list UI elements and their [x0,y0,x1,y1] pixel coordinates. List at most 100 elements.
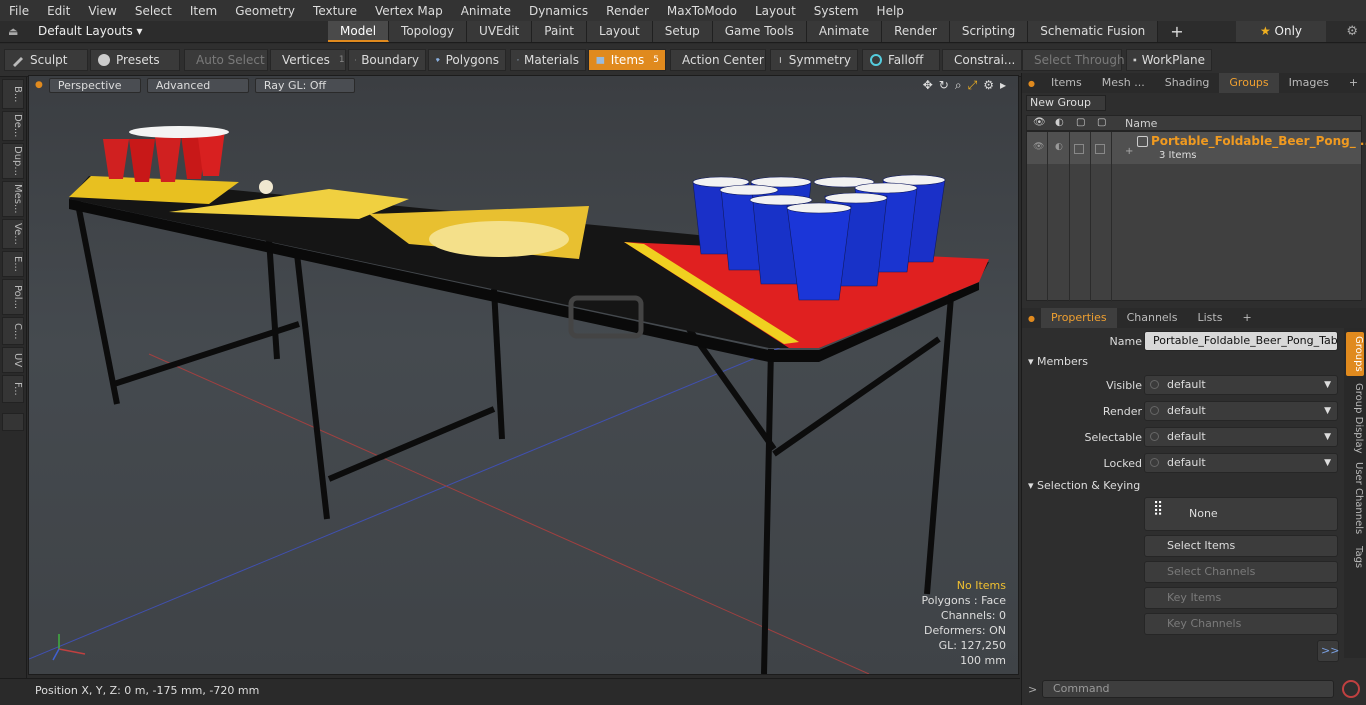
locked-dropdown[interactable]: default ▼ [1144,453,1338,473]
left-tab-toggle[interactable] [2,413,24,431]
only-toggle[interactable]: ★ Only [1236,21,1326,42]
more-button[interactable]: >> [1317,640,1339,662]
side-tab-user-channels[interactable]: User Channels [1346,460,1364,536]
menu-maxtomodo[interactable]: MaxToModo [658,4,746,18]
viewport-expand-icon[interactable]: ▸ [1000,78,1006,93]
visibility-column-icon[interactable]: 👁 [1033,117,1046,128]
tab-game-tools[interactable]: Game Tools [712,21,807,42]
tab-items[interactable]: Items [1041,73,1092,93]
name-column-header[interactable]: Name [1125,117,1157,130]
viewport-settings-icon[interactable]: ⚙ [983,78,994,93]
tab-uvedit[interactable]: UVEdit [467,21,533,42]
left-tab-edge[interactable]: E... [2,251,24,277]
left-tab-deform[interactable]: De... [2,111,24,141]
raygl-dropdown[interactable]: Ray GL: Off [254,77,355,93]
menu-vertex-map[interactable]: Vertex Map [366,4,452,18]
menu-render[interactable]: Render [597,4,658,18]
group-select-checkbox[interactable] [1074,144,1084,154]
visible-reset-icon[interactable] [1150,380,1159,389]
group-lock-checkbox[interactable] [1095,144,1105,154]
viewport-menu-icon[interactable]: ● [35,80,43,90]
selection-keying-section[interactable]: ▾ Selection & Keying [1028,479,1140,492]
tab-properties[interactable]: Properties [1040,308,1117,328]
perspective-dropdown[interactable]: Perspective [48,77,141,93]
sculpt-button[interactable]: Sculpt [4,49,88,71]
panel-menu-icon[interactable]: ● [1022,79,1041,88]
group-render-icon[interactable]: ◐ [1055,142,1063,152]
rotate-view-icon[interactable]: ↻ [939,78,949,93]
record-icon[interactable] [1342,680,1360,698]
left-tab-vertex[interactable]: Ve... [2,219,24,249]
tab-images[interactable]: Images [1279,73,1339,93]
add-panel-tab-icon[interactable]: + [1339,73,1366,93]
menu-dynamics[interactable]: Dynamics [520,4,597,18]
vertices-button[interactable]: Vertices 1 [270,49,346,71]
tab-model[interactable]: Model [328,21,390,42]
menu-animate[interactable]: Animate [452,4,520,18]
presets-button[interactable]: Presets [90,49,180,71]
lock-column-icon[interactable]: ▢ [1097,117,1106,128]
tab-animate[interactable]: Animate [806,21,883,42]
left-tab-basic[interactable]: B... [2,79,24,109]
left-tab-curve[interactable]: C... [2,317,24,345]
render-column-icon[interactable]: ◐ [1055,117,1064,128]
menu-texture[interactable]: Texture [304,4,366,18]
left-tab-duplicate[interactable]: Dup... [2,143,24,179]
materials-button[interactable]: Materials [510,49,586,71]
polygons-button[interactable]: Polygons [428,49,506,71]
tab-schematic-fusion[interactable]: Schematic Fusion [1028,21,1159,42]
left-tab-fusion[interactable]: F... [2,375,24,403]
menu-view[interactable]: View [79,4,125,18]
action-center-button[interactable]: Action Center [670,49,766,71]
menu-geometry[interactable]: Geometry [226,4,304,18]
tab-paint[interactable]: Paint [532,21,587,42]
select-items-button[interactable]: Select Items [1144,535,1338,557]
tab-topology[interactable]: Topology [389,21,468,42]
name-field[interactable]: Portable_Foldable_Beer_Pong_Table ( [1144,331,1338,351]
expand-plus-icon[interactable]: + [1125,146,1133,157]
properties-menu-icon[interactable]: ● [1022,314,1041,323]
move-view-icon[interactable]: ✥ [923,78,933,93]
tab-shading[interactable]: Shading [1155,73,1220,93]
tab-lists[interactable]: Lists [1187,308,1232,328]
group-visible-icon[interactable]: 👁 [1033,142,1044,152]
workplane-button[interactable]: WorkPlane [1126,49,1212,71]
zoom-view-icon[interactable]: ⌕ [955,78,962,93]
items-button[interactable]: Items 5 [588,49,666,71]
selectable-dropdown[interactable]: default ▼ [1144,427,1338,447]
menu-layout[interactable]: Layout [746,4,805,18]
shading-dropdown[interactable]: Advanced [146,77,249,93]
menu-help[interactable]: Help [868,4,913,18]
side-tab-tags[interactable]: Tags [1346,542,1364,572]
selectable-reset-icon[interactable] [1150,432,1159,441]
boundary-button[interactable]: Boundary [348,49,426,71]
tab-groups[interactable]: Groups [1219,73,1279,93]
select-through-button[interactable]: Select Through [1022,49,1125,71]
select-column-icon[interactable]: ▢ [1076,117,1085,128]
side-tab-groups[interactable]: Groups [1346,332,1364,376]
members-section[interactable]: ▾ Members [1028,355,1088,368]
none-swatch-button[interactable]: ⣿ None [1144,497,1338,531]
tab-render[interactable]: Render [882,21,950,42]
auto-select-button[interactable]: Auto Select [184,49,268,71]
new-group-button[interactable]: New Group [1026,95,1106,111]
group-row[interactable]: 👁 ◐ + Portable_Foldable_Beer_Pong_ ... 3… [1027,132,1366,164]
tab-mesh[interactable]: Mesh ... [1092,73,1155,93]
3d-viewport[interactable]: ● Perspective Advanced Ray GL: Off ✥ ↻ ⌕… [28,75,1019,675]
gear-icon[interactable]: ⚙ [1346,24,1358,39]
layout-home-icon[interactable]: ⏏ [8,25,22,39]
command-input[interactable]: Command [1042,680,1334,698]
visible-dropdown[interactable]: default ▼ [1144,375,1338,395]
tab-scripting[interactable]: Scripting [949,21,1029,42]
constraints-button[interactable]: Constrai... [942,49,1022,71]
left-tab-mesh[interactable]: Mes... [2,181,24,217]
symmetry-button[interactable]: Symmetry [770,49,858,71]
locked-reset-icon[interactable] [1150,458,1159,467]
menu-edit[interactable]: Edit [38,4,79,18]
fit-view-icon[interactable]: ⤢ [968,78,978,93]
menu-item[interactable]: Item [181,4,226,18]
render-dropdown[interactable]: default ▼ [1144,401,1338,421]
group-name[interactable]: Portable_Foldable_Beer_Pong_ ... [1151,134,1366,148]
left-tab-polygon[interactable]: Pol... [2,279,24,315]
menu-select[interactable]: Select [126,4,181,18]
